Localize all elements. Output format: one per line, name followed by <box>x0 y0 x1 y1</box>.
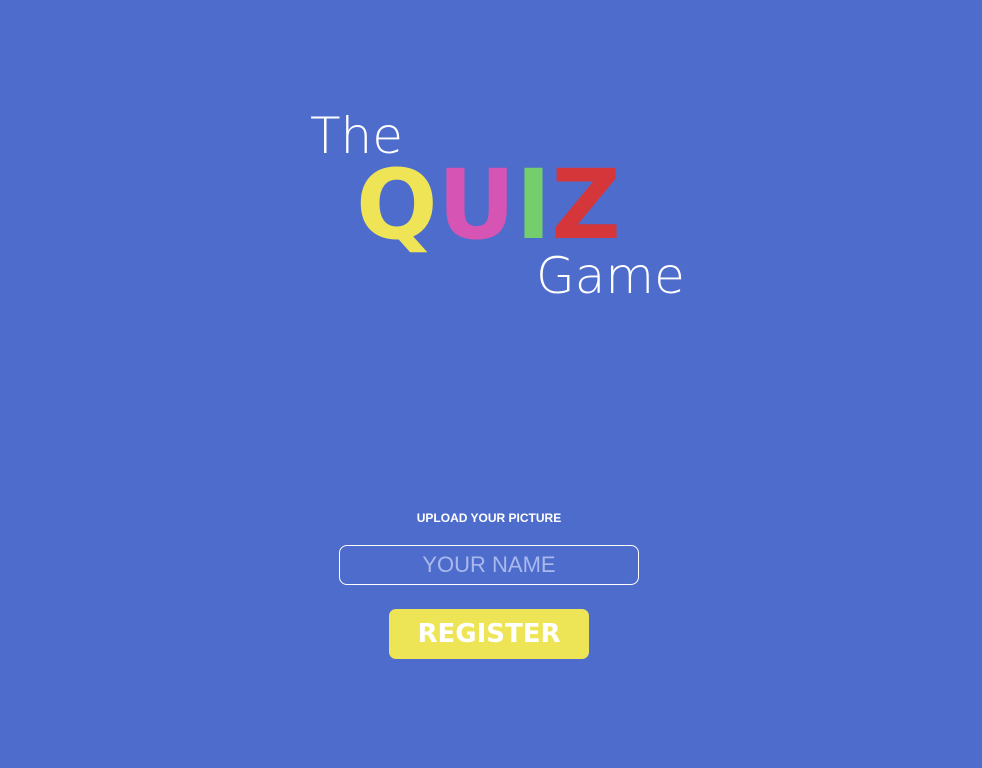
name-input[interactable] <box>339 545 639 585</box>
register-button[interactable]: REGISTER <box>389 609 589 659</box>
upload-picture-link[interactable]: UPLOAD YOUR PICTURE <box>339 510 639 526</box>
registration-form: UPLOAD YOUR PICTURE REGISTER <box>0 0 982 768</box>
